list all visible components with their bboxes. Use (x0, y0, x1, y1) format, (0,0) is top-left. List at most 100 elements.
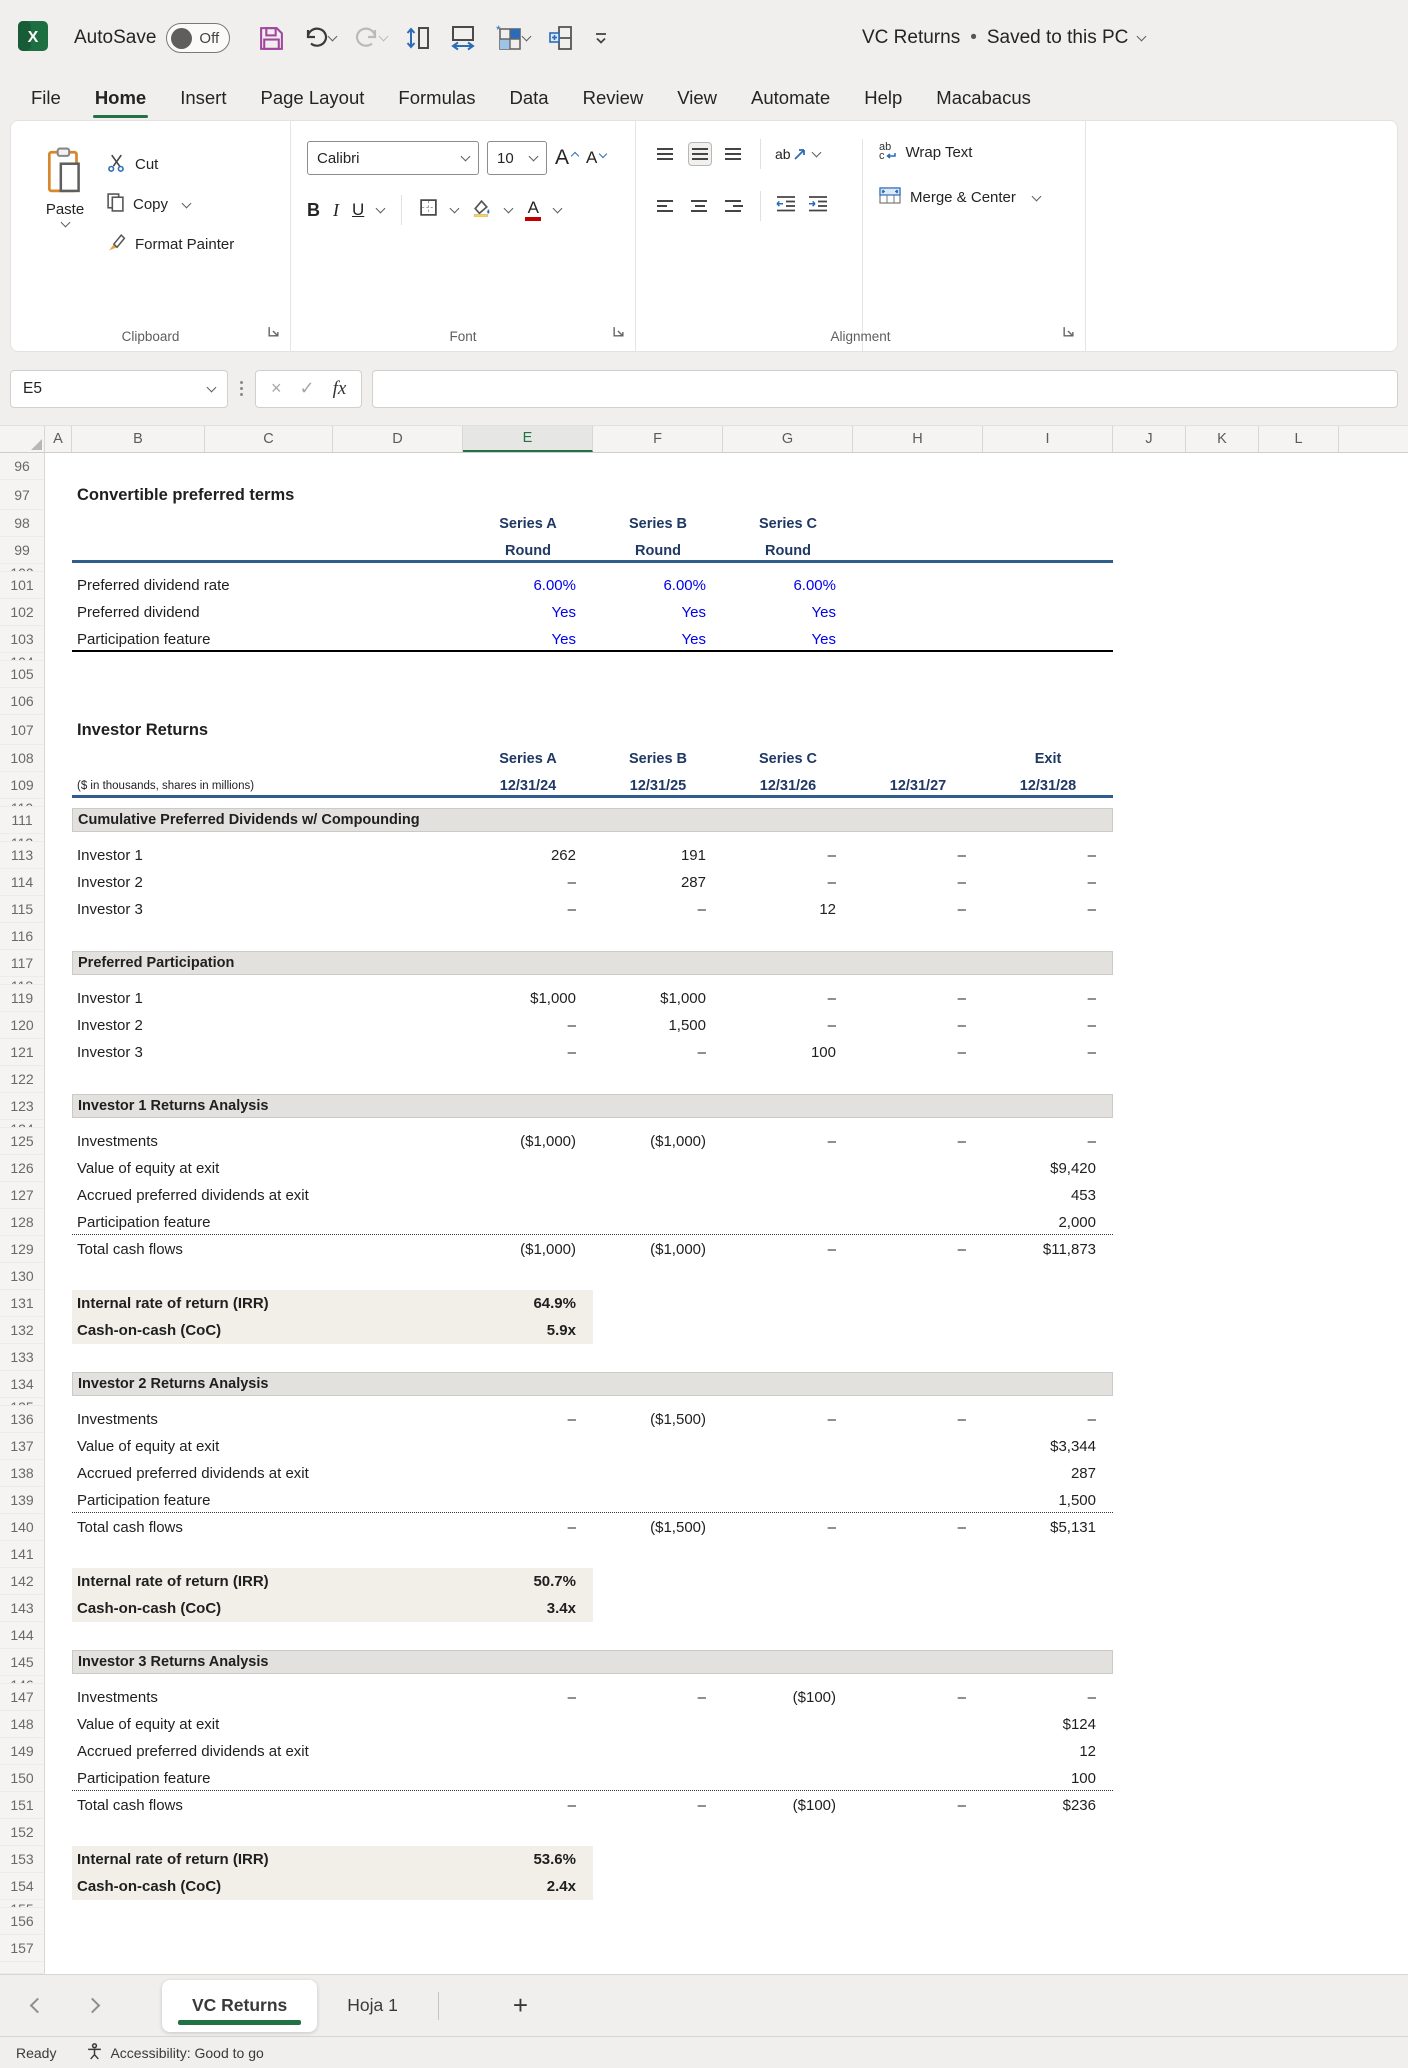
cell-B101[interactable]: Preferred dividend rate (72, 572, 205, 599)
row-header-109[interactable]: 109 (0, 772, 45, 799)
cell-H121[interactable]: – (853, 1039, 983, 1066)
cell-B131[interactable]: Internal rate of return (IRR) (72, 1290, 205, 1317)
row-header-100[interactable]: 100 (0, 564, 45, 572)
cell-G140[interactable]: – (723, 1514, 853, 1541)
cell-I138[interactable]: 287 (983, 1460, 1113, 1487)
row-header-112[interactable]: 112 (0, 834, 45, 842)
cell-E154[interactable]: 2.4x (463, 1873, 593, 1900)
cell-F102[interactable]: Yes (593, 599, 723, 626)
decrease-font-size-button[interactable]: A (586, 148, 606, 168)
cell-I125[interactable]: – (983, 1128, 1113, 1155)
column-header-H[interactable]: H (853, 426, 983, 452)
row-header-150[interactable]: 150 (0, 1765, 45, 1792)
cell-B151[interactable]: Total cash flows (72, 1792, 205, 1819)
cell-G98[interactable]: Series C (723, 510, 853, 537)
cell-E113[interactable]: 262 (463, 842, 593, 869)
ribbon-tab-formulas[interactable]: Formulas (381, 76, 492, 120)
cell-B139[interactable]: Participation feature (72, 1487, 205, 1514)
cell-I128[interactable]: 2,000 (983, 1209, 1113, 1236)
row-header-116[interactable]: 116 (0, 923, 45, 950)
cell-I129[interactable]: $11,873 (983, 1236, 1113, 1263)
font-name-select[interactable]: Calibri (307, 141, 479, 175)
cell-E131[interactable]: 64.9% (463, 1290, 593, 1317)
sheet-nav-right-icon[interactable] (85, 1998, 101, 2014)
cell-H136[interactable]: – (853, 1406, 983, 1433)
cell-E101[interactable]: 6.00% (463, 572, 593, 599)
wrap-text-button[interactable]: ab c Wrap Text (879, 143, 1040, 161)
cell-B154[interactable]: Cash-on-cash (CoC) (72, 1873, 205, 1900)
column-header-J[interactable]: J (1113, 426, 1186, 452)
cell-I115[interactable]: – (983, 896, 1113, 923)
cell-F125[interactable]: ($1,000) (593, 1128, 723, 1155)
cell-G151[interactable]: ($100) (723, 1792, 853, 1819)
cell-G103[interactable]: Yes (723, 626, 853, 653)
font-color-dropdown-icon[interactable] (553, 204, 563, 214)
row-header-102[interactable]: 102 (0, 599, 45, 626)
row-header-96[interactable]: 96 (0, 453, 45, 480)
cell-G101[interactable]: 6.00% (723, 572, 853, 599)
row-header-152[interactable]: 152 (0, 1819, 45, 1846)
cell-B140[interactable]: Total cash flows (72, 1514, 205, 1541)
column-header-G[interactable]: G (723, 426, 853, 452)
paste-button[interactable]: Paste (23, 137, 107, 351)
cell-F121[interactable]: – (593, 1039, 723, 1066)
row-header-149[interactable]: 149 (0, 1738, 45, 1765)
row-header-128[interactable]: 128 (0, 1209, 45, 1236)
borders-button[interactable] (419, 198, 438, 222)
cell-E132[interactable]: 5.9x (463, 1317, 593, 1344)
cell-G119[interactable]: – (723, 985, 853, 1012)
row-header-135[interactable]: 135 (0, 1398, 45, 1406)
cell-B142[interactable]: Internal rate of return (IRR) (72, 1568, 205, 1595)
row-header-138[interactable]: 138 (0, 1460, 45, 1487)
cell-B136[interactable]: Investments (72, 1406, 205, 1433)
cell-E120[interactable]: – (463, 1012, 593, 1039)
row-header-125[interactable]: 125 (0, 1128, 45, 1155)
cell-I148[interactable]: $124 (983, 1711, 1113, 1738)
cell-E129[interactable]: ($1,000) (463, 1236, 593, 1263)
row-header-98[interactable]: 98 (0, 510, 45, 537)
row-header-105[interactable]: 105 (0, 661, 45, 688)
cell-F151[interactable]: – (593, 1792, 723, 1819)
undo-dropdown-icon[interactable] (328, 32, 338, 42)
increase-indent-button[interactable] (807, 195, 829, 217)
freeze-panes-dropdown-icon[interactable] (522, 32, 532, 42)
cell-E114[interactable]: – (463, 869, 593, 896)
decrease-indent-button[interactable] (775, 195, 797, 217)
orientation-button[interactable]: ab (775, 146, 820, 162)
clipboard-dialog-launcher-icon[interactable] (267, 325, 280, 343)
cell-E103[interactable]: Yes (463, 626, 593, 653)
row-header-140[interactable]: 140 (0, 1514, 45, 1541)
row-header-137[interactable]: 137 (0, 1433, 45, 1460)
row-height-icon[interactable] (401, 20, 435, 56)
font-color-button[interactable]: A (525, 199, 541, 221)
cell-G125[interactable]: – (723, 1128, 853, 1155)
row-header-117[interactable]: 117 (0, 950, 45, 977)
cell-H147[interactable]: – (853, 1684, 983, 1711)
cell-F120[interactable]: 1,500 (593, 1012, 723, 1039)
cell-B103[interactable]: Participation feature (72, 626, 205, 653)
cell-B129[interactable]: Total cash flows (72, 1236, 205, 1263)
autosave-toggle[interactable]: AutoSave Off (74, 23, 230, 53)
column-header-D[interactable]: D (333, 426, 463, 452)
row-header-103[interactable]: 103 (0, 626, 45, 653)
align-middle-button[interactable] (688, 142, 712, 166)
fill-color-dropdown-icon[interactable] (504, 204, 514, 214)
title-dropdown-icon[interactable] (1137, 32, 1147, 42)
row-header-154[interactable]: 154 (0, 1873, 45, 1900)
row-header-99[interactable]: 99 (0, 537, 45, 564)
cell-B150[interactable]: Participation feature (72, 1765, 205, 1792)
cell-B143[interactable]: Cash-on-cash (CoC) (72, 1595, 205, 1622)
merge-center-dropdown-icon[interactable] (1031, 191, 1041, 201)
cell-E153[interactable]: 53.6% (463, 1846, 593, 1873)
cell-G120[interactable]: – (723, 1012, 853, 1039)
cell-E121[interactable]: – (463, 1039, 593, 1066)
name-box-dropdown-icon[interactable] (207, 382, 217, 392)
cell-F103[interactable]: Yes (593, 626, 723, 653)
row-header-113[interactable]: 113 (0, 842, 45, 869)
select-all-corner[interactable] (0, 426, 45, 452)
cell-E115[interactable]: – (463, 896, 593, 923)
column-header-F[interactable]: F (593, 426, 723, 452)
row-header-121[interactable]: 121 (0, 1039, 45, 1066)
cell-B127[interactable]: Accrued preferred dividends at exit (72, 1182, 205, 1209)
cell-F119[interactable]: $1,000 (593, 985, 723, 1012)
